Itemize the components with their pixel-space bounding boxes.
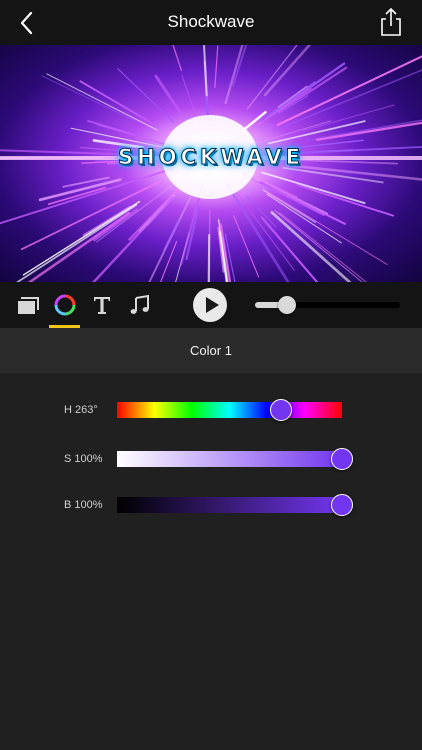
navigation-bar: Shockwave xyxy=(0,0,422,45)
light-ray xyxy=(175,232,190,282)
hue-slider-handle[interactable] xyxy=(270,399,293,421)
light-ray xyxy=(185,205,200,261)
light-ray xyxy=(276,55,422,126)
video-preview[interactable]: SHOCKWAVE xyxy=(0,45,422,282)
light-ray xyxy=(224,45,244,105)
saturation-label: S 100% xyxy=(64,453,103,465)
light-ray xyxy=(214,45,219,88)
section-title: Color 1 xyxy=(0,328,422,373)
light-ray xyxy=(172,45,183,72)
color-wheel-icon[interactable] xyxy=(54,294,76,316)
light-ray xyxy=(233,215,260,278)
light-ray xyxy=(159,241,178,282)
saturation-slider-handle[interactable] xyxy=(331,448,353,470)
page-title: Shockwave xyxy=(167,12,255,31)
saturation-slider[interactable] xyxy=(117,448,353,470)
share-icon[interactable] xyxy=(378,7,404,37)
light-ray xyxy=(303,104,395,132)
preview-title-text: SHOCKWAVE xyxy=(118,145,304,170)
light-ray xyxy=(79,80,155,125)
text-icon[interactable] xyxy=(91,294,113,316)
hue-slider[interactable] xyxy=(117,399,342,421)
music-note-icon[interactable] xyxy=(129,294,151,316)
light-ray xyxy=(274,210,363,282)
light-ray xyxy=(46,73,158,131)
light-ray xyxy=(260,216,319,282)
play-button[interactable] xyxy=(193,288,227,322)
layers-icon[interactable] xyxy=(17,294,39,316)
brightness-slider[interactable] xyxy=(117,494,353,516)
light-ray xyxy=(154,74,185,118)
light-ray xyxy=(296,184,395,217)
light-ray xyxy=(41,75,136,122)
light-ray xyxy=(22,200,141,276)
hue-label: H 263° xyxy=(64,404,98,416)
brightness-label: B 100% xyxy=(64,499,103,511)
light-ray xyxy=(278,212,368,282)
light-ray xyxy=(207,233,211,282)
light-ray xyxy=(219,223,232,282)
light-ray xyxy=(0,168,173,225)
light-ray xyxy=(163,218,181,251)
brightness-slider-handle[interactable] xyxy=(331,494,353,516)
timeline-scrubber-handle[interactable] xyxy=(277,296,296,314)
timeline-scrubber[interactable] xyxy=(255,296,400,314)
light-ray xyxy=(263,45,312,97)
